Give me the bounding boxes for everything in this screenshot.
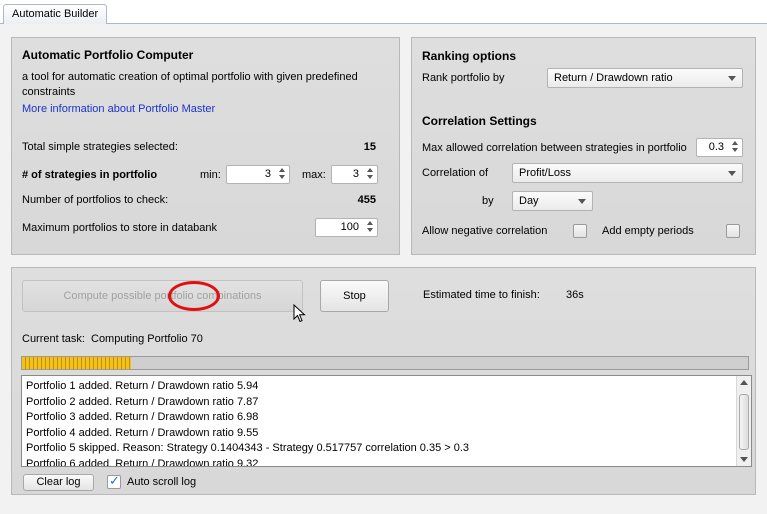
allow-negative-checkbox[interactable]: [573, 224, 587, 238]
progress-fill: [22, 357, 131, 369]
total-strategies-label: Total simple strategies selected:: [22, 141, 178, 153]
stop-button[interactable]: Stop: [320, 280, 389, 312]
log-line: Portfolio 4 added. Return / Drawdown rat…: [26, 426, 259, 439]
log-scrollbar[interactable]: [736, 376, 751, 466]
add-empty-periods-label: Add empty periods: [602, 225, 694, 237]
spin-arrows-icon[interactable]: [365, 221, 374, 234]
spin-arrows-icon[interactable]: [365, 168, 374, 181]
max-store-value: 100: [340, 221, 359, 233]
compute-combinations-button[interactable]: Compute possible portfolio combinations: [22, 280, 303, 312]
computer-title: Automatic Portfolio Computer: [22, 48, 194, 62]
log-lines: Portfolio 1 added. Return / Drawdown rat…: [22, 376, 751, 467]
computer-description-2: constraints: [22, 86, 76, 98]
scroll-up-icon[interactable]: [740, 380, 748, 385]
execution-panel: Compute possible portfolio combinations …: [11, 267, 756, 495]
log-area[interactable]: Portfolio 1 added. Return / Drawdown rat…: [21, 375, 752, 467]
main-content: Automatic Portfolio Computer a tool for …: [0, 24, 767, 514]
clear-log-button[interactable]: Clear log: [23, 474, 94, 491]
portfolios-to-check-value: 455: [357, 194, 376, 206]
max-correlation-label: Max allowed correlation between strategi…: [422, 142, 687, 154]
log-line: Portfolio 5 skipped. Reason: Strategy 0.…: [26, 442, 470, 454]
max-stepper[interactable]: 3: [331, 165, 378, 184]
spin-arrows-icon[interactable]: [277, 168, 286, 181]
scroll-thumb[interactable]: [739, 394, 749, 450]
min-value: 3: [264, 168, 271, 180]
chevron-down-icon: [728, 76, 736, 81]
checkmark-icon: ✓: [109, 473, 120, 488]
log-line: Portfolio 6 added. Return / Drawdown rat…: [26, 457, 259, 467]
stop-label: Stop: [343, 290, 366, 302]
compute-combinations-label: Compute possible portfolio combinations: [63, 290, 262, 302]
auto-scroll-checkbox[interactable]: ✓: [107, 473, 121, 489]
correlation-of-label: Correlation of: [422, 167, 489, 179]
portfolios-to-check-label: Number of portfolios to check:: [22, 194, 169, 206]
rank-by-value: Return / Drawdown ratio: [554, 72, 673, 84]
strategies-in-portfolio-label: # of strategies in portfolio: [22, 169, 158, 181]
log-line: Portfolio 2 added. Return / Drawdown rat…: [26, 395, 259, 408]
current-task-label: Current task:: [22, 333, 85, 345]
rank-by-label: Rank portfolio by: [422, 72, 505, 84]
max-value: 3: [352, 168, 359, 180]
ranking-correlation-panel: Ranking options Rank portfolio by Return…: [411, 37, 756, 255]
clear-log-label: Clear log: [36, 476, 81, 488]
tab-bar: Automatic Builder: [0, 0, 767, 25]
min-label: min:: [200, 169, 221, 181]
annotation-circle: [168, 281, 220, 311]
progress-bar: [21, 356, 749, 370]
chevron-down-icon: [578, 199, 586, 204]
max-store-label: Maximum portfolios to store in databank: [22, 222, 218, 234]
current-task-value: Computing Portfolio 70: [91, 333, 203, 345]
max-correlation-value: 0.3: [708, 141, 724, 153]
chevron-down-icon: [728, 171, 736, 176]
correlation-by-value: Day: [519, 195, 539, 207]
computer-description-1: a tool for automatic creation of optimal…: [22, 71, 358, 83]
eta-label: Estimated time to finish:: [423, 289, 540, 301]
correlation-title: Correlation Settings: [422, 114, 537, 128]
eta-value: 36s: [566, 289, 584, 301]
max-store-stepper[interactable]: 100: [315, 218, 378, 237]
log-line: Portfolio 1 added. Return / Drawdown rat…: [26, 380, 259, 392]
min-stepper[interactable]: 3: [226, 165, 290, 184]
max-correlation-stepper[interactable]: 0.3: [696, 138, 743, 157]
scroll-down-icon[interactable]: [740, 457, 748, 462]
correlation-by-label: by: [482, 195, 494, 207]
log-line: Portfolio 3 added. Return / Drawdown rat…: [26, 411, 259, 423]
more-info-link[interactable]: More information about Portfolio Master: [22, 103, 215, 115]
allow-negative-label: Allow negative correlation: [422, 225, 548, 237]
correlation-of-select[interactable]: Profit/Loss: [512, 163, 743, 183]
auto-scroll-label: Auto scroll log: [127, 476, 197, 488]
add-empty-periods-checkbox[interactable]: [726, 224, 740, 238]
total-strategies-value: 15: [363, 141, 376, 153]
mouse-cursor-icon: [293, 304, 306, 323]
tab-automatic-builder[interactable]: Automatic Builder: [3, 4, 108, 25]
rank-by-select[interactable]: Return / Drawdown ratio: [547, 68, 743, 88]
ranking-title: Ranking options: [422, 49, 516, 63]
portfolio-computer-panel: Automatic Portfolio Computer a tool for …: [11, 37, 400, 255]
max-label: max:: [302, 169, 326, 181]
correlation-of-value: Profit/Loss: [519, 167, 571, 179]
correlation-by-select[interactable]: Day: [512, 191, 593, 211]
spin-arrows-icon[interactable]: [730, 141, 739, 154]
